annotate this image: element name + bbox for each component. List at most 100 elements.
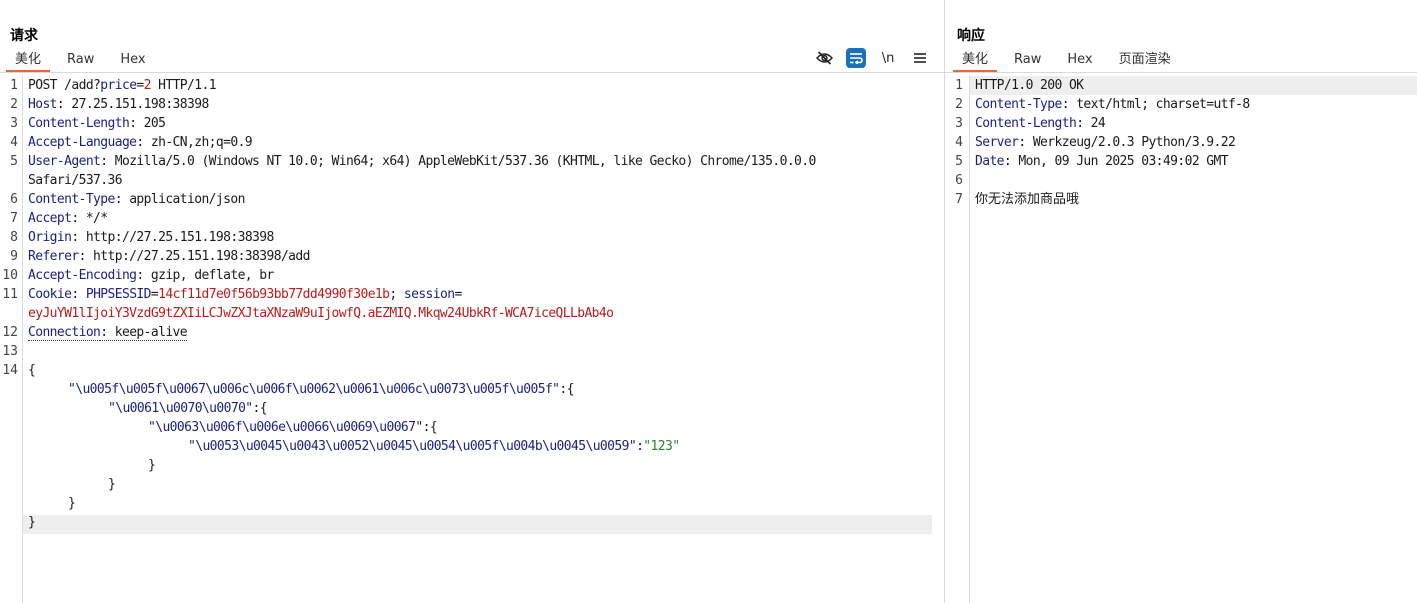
json-punct: :{	[559, 382, 574, 397]
tab-render[interactable]: 页面渲染	[1106, 52, 1184, 72]
json-line: "\u0053\u0045\u0043\u0052\u0045\u0054\u0…	[28, 437, 680, 456]
json-punct: :{	[422, 420, 438, 435]
response-editor[interactable]: 1 2 3 4 5 6 7 HTTP/1.0 200 OK Content-Ty…	[945, 75, 1417, 603]
tab-pretty[interactable]: 美化	[2, 52, 54, 72]
header-line-wrap: Safari/537.36	[28, 173, 123, 188]
status-line: HTTP/1.0 200 OK	[975, 78, 1084, 93]
tab-raw[interactable]: Raw	[54, 52, 107, 72]
cookie-value: eyJuYW1lIjoiY3VzdG9tZXIiLCJwZXJtaXNzaW9u…	[28, 306, 614, 321]
wrap-lines-icon[interactable]	[846, 48, 866, 68]
line-number: 4	[955, 135, 963, 150]
header-key: User-Agent	[28, 154, 101, 169]
request-toolbar: \n	[814, 48, 930, 68]
line-number: 13	[2, 344, 18, 359]
header-value: : 24	[1076, 116, 1106, 131]
tab-separator	[0, 72, 944, 73]
header-key: Connection	[28, 325, 101, 341]
json-key: "\u0053\u0045\u0043\u0052\u0045\u0054\u0…	[188, 439, 637, 454]
header-value: : 27.25.151.198:38398	[56, 97, 209, 112]
line-number: 9	[10, 249, 18, 264]
header-value: : application/json	[114, 192, 246, 207]
eye-slash-icon[interactable]	[814, 48, 834, 68]
header-key: Content-Length	[28, 116, 130, 131]
line-number: 3	[955, 116, 963, 131]
line-number: 12	[2, 325, 18, 340]
query-param-eq: =	[136, 78, 144, 93]
line-number: 4	[10, 135, 18, 150]
request-pane: 请求 美化 Raw Hex \n 1 2 3 4 5 6 7 8 9 10 11…	[0, 0, 944, 603]
header-value: : */*	[71, 211, 108, 226]
tab-pretty[interactable]: 美化	[949, 52, 1001, 72]
response-body: 你无法添加商品哦	[975, 192, 1080, 207]
header-key: Host	[28, 97, 58, 112]
header-line: Content-Type: application/json	[28, 190, 245, 209]
cookie-sep: :	[71, 287, 86, 302]
cookie-name: PHPSESSID	[85, 287, 152, 302]
tab-hex[interactable]: Hex	[1054, 52, 1105, 72]
tab-raw[interactable]: Raw	[1001, 52, 1054, 72]
response-title: 响应	[957, 28, 985, 44]
header-line: User-Agent: Mozilla/5.0 (Windows NT 10.0…	[28, 152, 816, 171]
request-method-path: POST /add?	[28, 78, 101, 93]
header-line: Origin: http://27.25.151.198:38398	[28, 228, 274, 247]
query-param-name: price	[100, 78, 137, 93]
tab-hex[interactable]: Hex	[107, 52, 158, 72]
header-line: Connection: keep-alive	[28, 323, 188, 342]
header-key: Referer	[28, 249, 79, 264]
header-value: : text/html; charset=utf-8	[1061, 97, 1251, 112]
header-key: Server	[975, 135, 1019, 150]
header-line: Content-Type: text/html; charset=utf-8	[975, 95, 1250, 114]
request-line: POST /add?price=2 HTTP/1.1	[28, 76, 217, 95]
json-line: "\u0061\u0070\u0070":{	[28, 399, 268, 418]
newline-toggle-button[interactable]: \n	[878, 48, 898, 68]
cookie-eq: =	[454, 287, 462, 302]
cookie-value: 14cf11d7e0f56b93bb77dd4990f30e1b	[158, 287, 390, 302]
json-brace: }	[68, 496, 76, 511]
header-value: : Mon, 09 Jun 2025 03:49:02 GMT	[1003, 154, 1229, 169]
line-number: 8	[10, 230, 18, 245]
line-number: 11	[2, 287, 18, 302]
cookie-semi: ;	[389, 287, 404, 302]
json-punct: :{	[252, 401, 268, 416]
header-value: : keep-alive	[100, 325, 188, 341]
json-line: "\u005f\u005f\u0067\u006c\u006f\u0062\u0…	[28, 380, 575, 399]
cookie-line: Cookie: PHPSESSID = 14cf11d7e0f56b93bb77dd…	[28, 285, 462, 304]
json-line: "\u0063\u006f\u006e\u0066\u0069\u0067":{	[28, 418, 438, 437]
response-pane: 响应 美化 Raw Hex 页面渲染 1 2 3 4 5 6 7 HTTP/1.…	[945, 0, 1417, 603]
header-line: Host: 27.25.151.198:38398	[28, 95, 209, 114]
line-number: 6	[955, 173, 963, 188]
line-number: 7	[10, 211, 18, 226]
json-brace: }	[148, 458, 156, 473]
line-number: 6	[10, 192, 18, 207]
line-number: 5	[10, 154, 18, 169]
request-tabs: 美化 Raw Hex	[2, 52, 159, 72]
header-value: : zh-CN,zh;q=0.9	[136, 135, 253, 150]
header-key: Accept-Encoding	[28, 268, 137, 283]
line-number: 10	[2, 268, 18, 283]
tab-separator	[945, 72, 1417, 73]
header-key: Content-Type	[28, 192, 115, 207]
json-key: "\u0061\u0070\u0070"	[108, 401, 253, 416]
header-key: Content-Length	[975, 116, 1077, 131]
json-brace: }	[108, 477, 116, 492]
header-key: Date	[975, 154, 1005, 169]
header-line: Content-Length: 205	[28, 114, 166, 133]
header-value: : http://27.25.151.198:38398	[71, 230, 274, 245]
header-value: : http://27.25.151.198:38398/add	[78, 249, 311, 264]
query-param-value: 2	[143, 78, 152, 93]
header-key: Cookie	[28, 287, 72, 302]
header-line: Accept-Language: zh-CN,zh;q=0.9	[28, 133, 253, 152]
cookie-name: session	[403, 287, 455, 302]
line-number: 1	[955, 78, 963, 93]
header-key: Accept-Language	[28, 135, 137, 150]
header-key: Origin	[28, 230, 72, 245]
line-number: 14	[2, 363, 18, 378]
request-editor[interactable]: 1 2 3 4 5 6 7 8 9 10 11 12 13 14 POST /a…	[0, 75, 944, 603]
line-number: 2	[955, 97, 963, 112]
line-number: 5	[955, 154, 963, 169]
line-number: 7	[955, 192, 963, 207]
line-number: 1	[10, 78, 18, 93]
hamburger-menu-icon[interactable]	[910, 48, 930, 68]
header-line: Server: Werkzeug/2.0.3 Python/3.9.22	[975, 133, 1236, 152]
header-key: Content-Type	[975, 97, 1062, 112]
